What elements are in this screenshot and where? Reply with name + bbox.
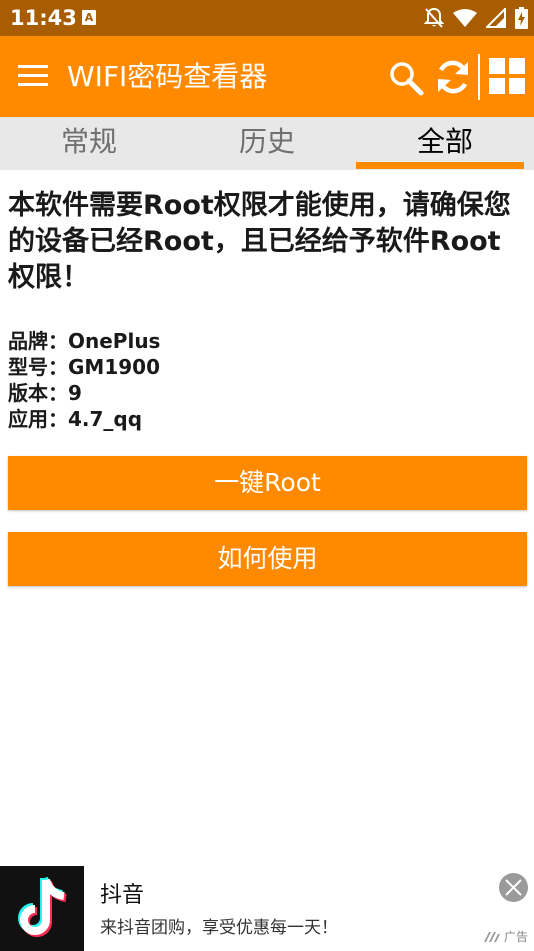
device-info-list: 品牌：OnePlus 型号：GM1900 版本：9 应用：4.7_qq bbox=[8, 328, 508, 432]
info-model: 型号：GM1900 bbox=[8, 355, 160, 379]
battery-charging-icon bbox=[515, 7, 528, 29]
close-icon bbox=[505, 879, 522, 896]
ad-title: 抖音 bbox=[100, 883, 145, 908]
app-bar: WIFI密码查看器 bbox=[0, 36, 534, 117]
info-version: 版本：9 bbox=[8, 381, 82, 405]
tab-general[interactable]: 常规 bbox=[0, 117, 178, 170]
ad-close-button[interactable] bbox=[499, 873, 528, 902]
tab-all[interactable]: 全部 bbox=[356, 117, 534, 170]
ad-subtitle: 来抖音团购，享受优惠每一天！ bbox=[100, 918, 338, 938]
tab-history[interactable]: 历史 bbox=[178, 117, 356, 170]
refresh-icon[interactable] bbox=[435, 58, 471, 96]
one-click-root-button[interactable]: 一键Root bbox=[8, 456, 527, 510]
cellular-signal-icon bbox=[486, 8, 506, 28]
menu-icon[interactable] bbox=[18, 64, 48, 88]
notification-a-icon: A bbox=[82, 10, 96, 25]
info-app: 应用：4.7_qq bbox=[8, 407, 143, 431]
tiktok-logo-icon bbox=[0, 866, 84, 951]
tab-bar: 常规 历史 全部 bbox=[0, 117, 534, 170]
ad-banner[interactable]: 抖音 来抖音团购，享受优惠每一天！ bbox=[0, 866, 534, 951]
status-time: 11:43 bbox=[10, 6, 77, 30]
info-brand: 品牌：OnePlus bbox=[8, 329, 161, 353]
app-bar-divider bbox=[478, 54, 480, 100]
wifi-icon bbox=[453, 9, 477, 27]
app-title: WIFI密码查看器 bbox=[67, 60, 268, 93]
root-notice: 本软件需要Root权限才能使用，请确保您的设备已经Root，且已经给予软件Roo… bbox=[8, 190, 511, 293]
grid-view-icon[interactable] bbox=[489, 58, 525, 94]
status-bar: 11:43 A bbox=[0, 0, 534, 36]
notifications-off-icon bbox=[424, 7, 444, 28]
status-icons bbox=[424, 6, 528, 30]
ad-label: 广告 bbox=[483, 928, 528, 945]
how-to-use-button[interactable]: 如何使用 bbox=[8, 532, 527, 586]
ad-network-icon bbox=[483, 931, 500, 942]
search-icon[interactable] bbox=[388, 60, 424, 96]
ad-label-text: 广告 bbox=[503, 930, 528, 944]
screen: 11:43 A WIFI密码查看器 常规 历史 全部 本软件需要Root权限才能… bbox=[0, 0, 534, 951]
